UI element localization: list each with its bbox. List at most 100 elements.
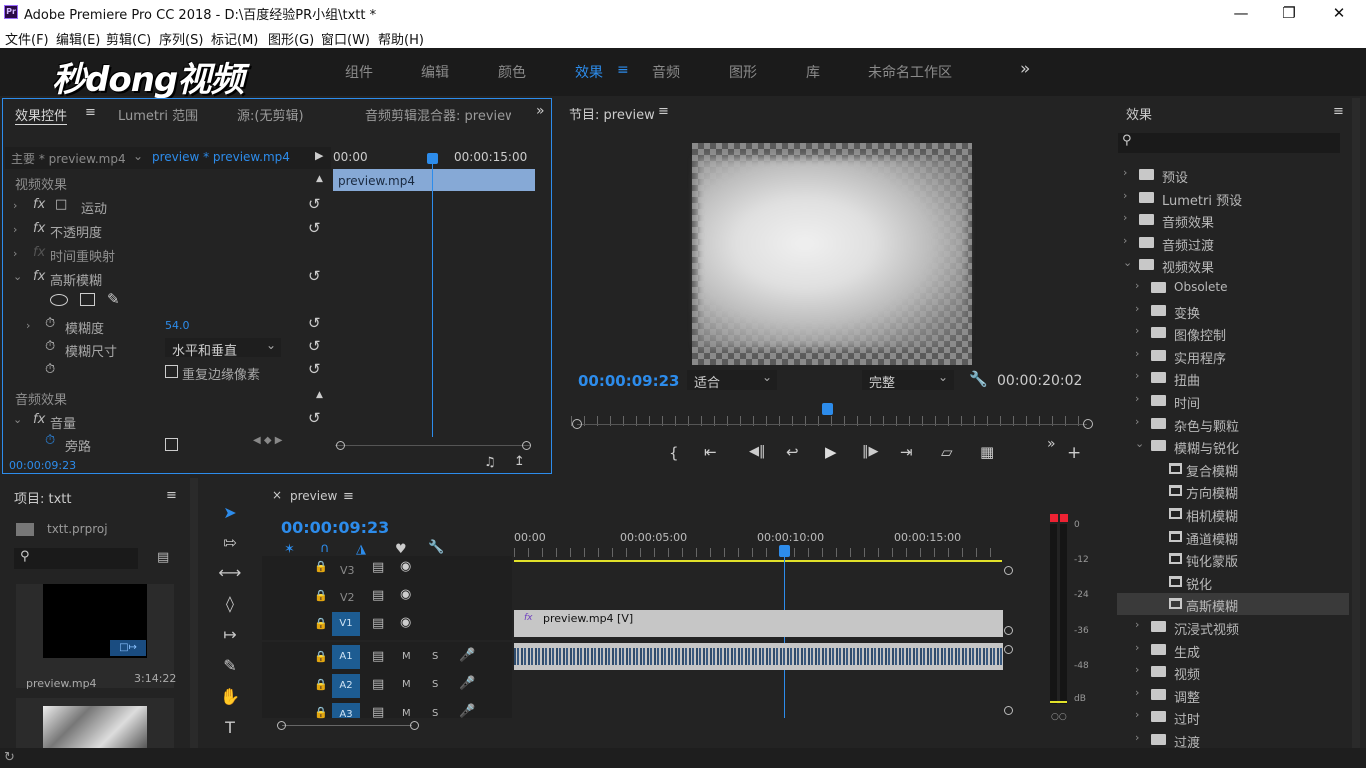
lock-icon[interactable]: 🔒 — [314, 706, 328, 719]
effects-tree-item[interactable]: ⌄ 模糊与锐化 — [1117, 435, 1349, 457]
razor-tool-icon[interactable]: ◊ — [216, 591, 244, 617]
sync-lock-icon[interactable]: ▤ — [372, 677, 384, 692]
extract-icon[interactable]: ▦ — [980, 443, 994, 461]
collapse-icon[interactable]: ⌄ — [13, 270, 22, 283]
linked-selection-icon[interactable]: ◮ — [356, 542, 366, 557]
chevron-down-icon[interactable]: ⌄ — [133, 149, 143, 163]
panel-menu-icon[interactable]: ≡ — [1333, 104, 1344, 119]
button-overflow-icon[interactable]: » — [1047, 436, 1056, 452]
hand-tool-icon[interactable]: ✋ — [216, 684, 244, 710]
fx-icon[interactable]: fx — [33, 197, 45, 212]
lock-icon[interactable]: 🔒 — [314, 678, 328, 691]
reset-icon[interactable]: ↺ — [308, 314, 321, 332]
expand-icon[interactable]: › — [26, 319, 30, 332]
effects-tree-item[interactable]: › 扭曲 — [1117, 367, 1349, 389]
chevron-right-icon[interactable]: › — [1135, 369, 1139, 382]
chevron-right-icon[interactable]: › — [1135, 663, 1139, 676]
slip-tool-icon[interactable]: ↦ — [216, 622, 244, 648]
chevron-right-icon[interactable]: › — [1135, 641, 1139, 654]
play-icon[interactable]: ▶ — [825, 443, 837, 461]
effects-tree-item[interactable]: ⌄ 视频效果 — [1117, 254, 1349, 276]
track-target-v1[interactable]: V1 — [332, 612, 360, 636]
lock-icon[interactable]: 🔒 — [314, 617, 328, 630]
fx-icon[interactable]: fx — [33, 221, 45, 236]
sequence-clip-label[interactable]: preview * preview.mp4 — [152, 150, 290, 164]
workspace-tab-color[interactable]: 颜色 — [498, 62, 526, 82]
effects-tree-item[interactable]: › 实用程序 — [1117, 345, 1349, 367]
sync-lock-icon[interactable]: ▤ — [372, 560, 384, 575]
menu-sequence[interactable]: 序列(S) — [159, 29, 203, 48]
menu-marker[interactable]: 标记(M) — [211, 29, 258, 48]
ellipse-mask-icon[interactable] — [50, 294, 68, 306]
chevron-right-icon[interactable]: › — [1123, 211, 1127, 224]
microphone-icon[interactable]: 🎤 — [459, 704, 475, 719]
panel-overflow-icon[interactable]: » — [536, 103, 545, 119]
workspace-menu-icon[interactable]: ≡ — [617, 62, 629, 78]
timeline-horizontal-scrollbar[interactable] — [282, 725, 412, 726]
blur-amount-value[interactable]: 54.0 — [165, 319, 190, 332]
expand-icon[interactable]: › — [13, 199, 17, 212]
loop-icon[interactable]: ↩ — [786, 443, 799, 461]
menu-window[interactable]: 窗口(W) — [321, 29, 370, 48]
microphone-icon[interactable]: 🎤 — [459, 676, 475, 691]
chevron-right-icon[interactable]: › — [1123, 234, 1127, 247]
fx-icon[interactable]: fx — [33, 269, 45, 284]
effects-search-input[interactable] — [1118, 133, 1340, 153]
wrench-icon[interactable]: 🔧 — [969, 370, 988, 388]
program-timecode[interactable]: 00:00:09:23 — [578, 372, 680, 390]
ec-zoom-handle-right[interactable] — [522, 441, 531, 450]
effects-tree-item[interactable]: › 生成 — [1117, 639, 1349, 661]
master-clip-label[interactable]: 主要 * preview.mp4 — [11, 150, 126, 167]
chevron-right-icon[interactable]: › — [1123, 189, 1127, 202]
maximize-icon[interactable]: ❐ — [1266, 2, 1312, 24]
collapse-up-icon[interactable]: ▲ — [316, 174, 323, 184]
effects-tree-item[interactable]: › 图像控制 — [1117, 322, 1349, 344]
audio-clip-a1[interactable] — [514, 643, 1003, 670]
close-icon[interactable]: × — [272, 488, 282, 502]
effect-row-time-remap[interactable]: 时间重映射 — [50, 246, 115, 265]
chevron-right-icon[interactable]: › — [1135, 731, 1139, 744]
expand-icon[interactable]: › — [13, 223, 17, 236]
panel-menu-icon[interactable]: ≡ — [343, 489, 354, 504]
scroll-handle-right[interactable] — [1083, 419, 1093, 429]
effects-tree-item[interactable]: › 过时 — [1117, 706, 1349, 728]
workspace-tab-custom[interactable]: 未命名工作区 — [868, 62, 952, 82]
work-area-bar[interactable] — [514, 560, 1002, 562]
effects-tree-item[interactable]: › Lumetri 预设 — [1117, 187, 1349, 209]
lock-icon[interactable]: 🔒 — [314, 650, 328, 663]
effects-tree-item[interactable]: › 调整 — [1117, 684, 1349, 706]
sync-lock-icon[interactable]: ▤ — [372, 588, 384, 603]
effect-row-opacity[interactable]: 不透明度 — [50, 222, 102, 241]
chevron-right-icon[interactable]: › — [1135, 347, 1139, 360]
sync-lock-icon[interactable]: ▤ — [372, 705, 384, 720]
keyframe-nav-icon[interactable]: ◀ ◆ ▶ — [253, 435, 282, 446]
h-scroll-handle-right[interactable] — [410, 721, 419, 730]
effects-tree-item[interactable]: 复合模糊 — [1117, 458, 1349, 480]
export-icon[interactable]: ↥ — [514, 454, 525, 469]
solo-circles-icon[interactable]: ○○ — [1051, 712, 1067, 722]
effects-tree-item[interactable]: 通道模糊 — [1117, 526, 1349, 548]
ripple-edit-tool-icon[interactable]: ⟷ — [216, 560, 244, 586]
effects-tree-item[interactable]: › Obsolete — [1117, 277, 1349, 299]
mute-button[interactable]: M — [402, 708, 411, 719]
close-icon[interactable]: ✕ — [1316, 2, 1362, 24]
effects-tree-item[interactable]: › 视频 — [1117, 661, 1349, 683]
chevron-right-icon[interactable]: › — [1123, 166, 1127, 179]
track-target-a3[interactable]: A3 — [332, 703, 360, 720]
effects-panel-title[interactable]: 效果 — [1126, 104, 1152, 123]
effects-tree-item[interactable]: › 变换 — [1117, 300, 1349, 322]
fx-icon[interactable]: fx — [33, 412, 45, 427]
ec-timecode[interactable]: 00:00:09:23 — [9, 459, 76, 472]
chevron-right-icon[interactable]: › — [1135, 302, 1139, 315]
ec-zoom-handle-left[interactable] — [336, 441, 345, 450]
eye-icon[interactable]: ◉ — [400, 559, 411, 574]
solo-button[interactable]: S — [432, 651, 438, 662]
workspace-overflow-icon[interactable]: » — [1020, 59, 1030, 79]
workspace-tab-effects[interactable]: 效果 — [575, 62, 603, 82]
vertical-scroll-handle[interactable] — [1004, 706, 1013, 715]
stopwatch-icon[interactable]: ⏱ — [45, 433, 55, 448]
repeat-edge-checkbox[interactable] — [165, 365, 178, 378]
pen-tool-icon[interactable]: ✎ — [216, 653, 244, 679]
tab-audio-clip-mixer[interactable]: 音频剪辑混合器: preview — [365, 105, 511, 124]
menu-clip[interactable]: 剪辑(C) — [106, 29, 151, 48]
